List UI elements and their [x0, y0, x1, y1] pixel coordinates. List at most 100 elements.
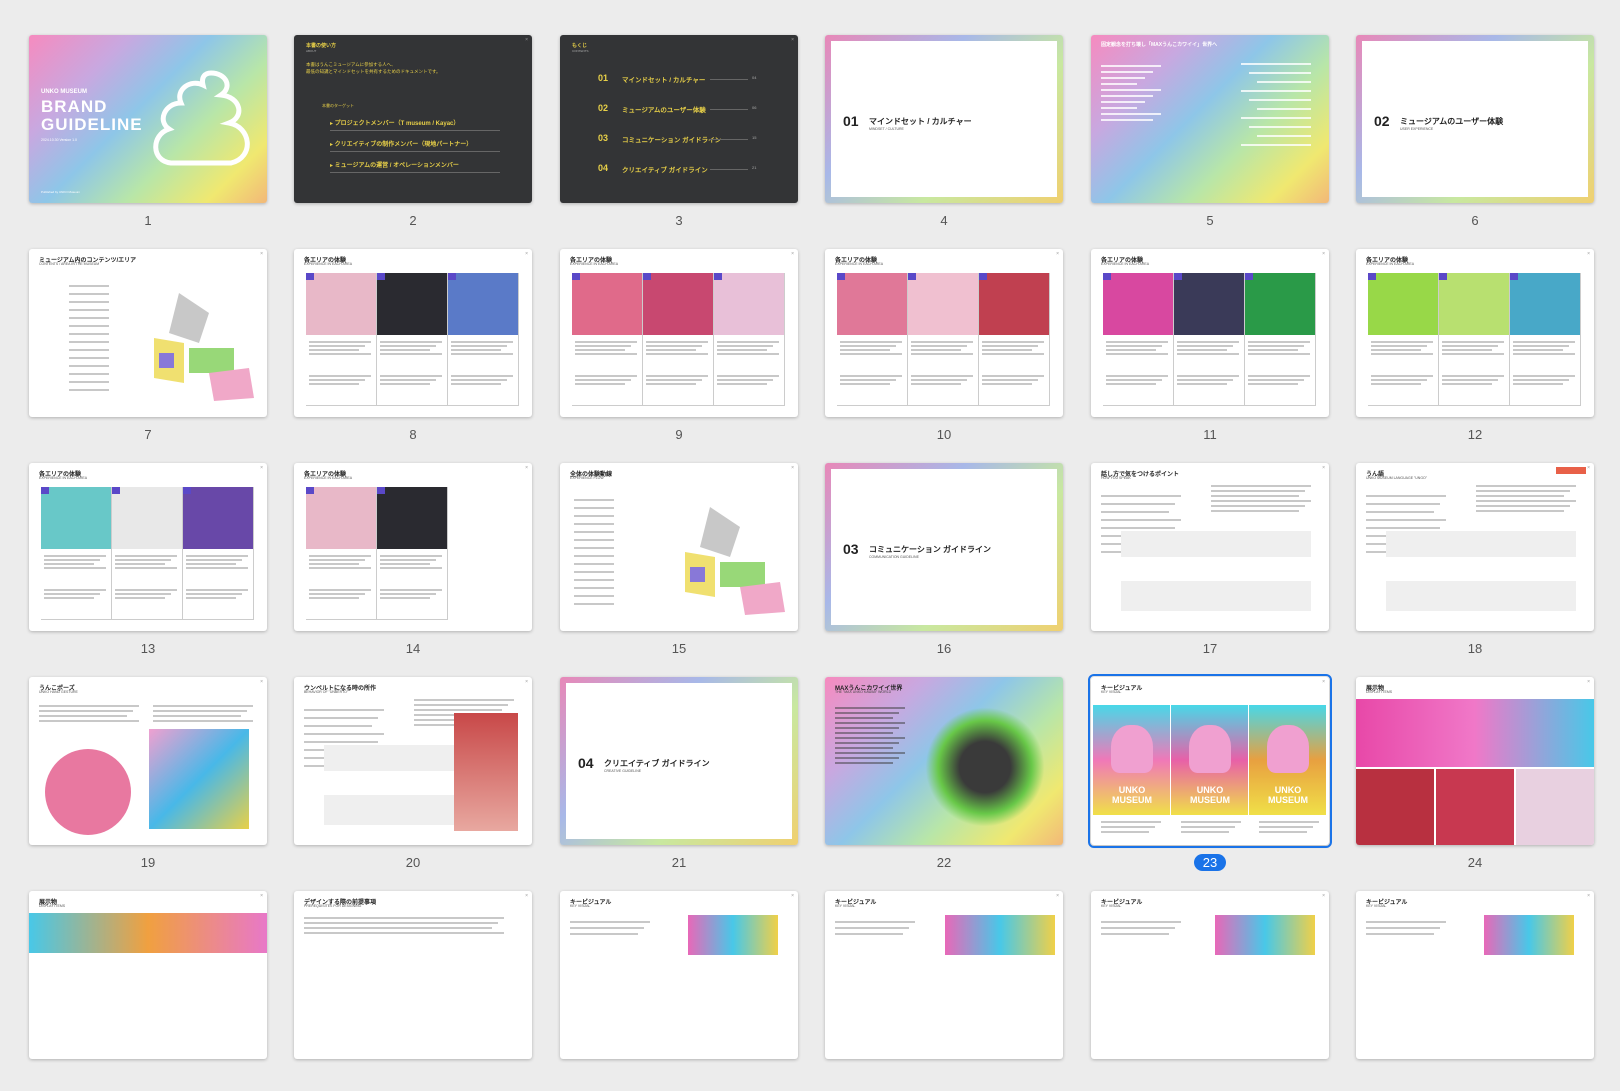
text-line — [414, 699, 514, 701]
slide-thumbnail[interactable]: 全体の体験動線 EXPERIENCE FLOW × — [560, 463, 798, 631]
slide-thumbnail[interactable]: 01 マインドセット / カルチャー MINDSET / CULTURE — [825, 35, 1063, 203]
slide-thumbnail[interactable]: キービジュアル KEY VISUAL UNKO MUSEUM UNKO MUSEUM U… — [1088, 674, 1332, 848]
slide-thumbnail[interactable]: キービジュアル KEY VISUAL × — [825, 891, 1063, 1059]
slide-corner-mark: × — [1587, 679, 1590, 685]
text-line — [309, 593, 365, 595]
text-line — [451, 341, 513, 343]
slide-item-partial-25[interactable]: デザインする際の前提事項 PREREQUISITES FOR DESIGNING × — [294, 891, 532, 1091]
slide-thumbnail[interactable]: UNKO MUSEUM BRAND GUIDELINE 2024.10.30 Vers… — [29, 35, 267, 203]
area-photo — [306, 273, 376, 335]
slide-item-20[interactable]: ウンベルトになる時の所作 BEHAVIOR OF "UNBERTO" × 20 — [294, 677, 532, 877]
slide-item-partial-26[interactable]: キービジュアル KEY VISUAL × — [560, 891, 798, 1091]
slide-item-1[interactable]: UNKO MUSEUM BRAND GUIDELINE 2024.10.30 Vers… — [29, 35, 267, 235]
text-line — [1366, 527, 1440, 529]
slide-thumbnail[interactable]: 各エリアの体験 EXPERIENCE IN EACH AREA × — [560, 249, 798, 417]
slide-item-partial-24[interactable]: 展示物 DISPLAY ITEMS × — [29, 891, 267, 1091]
slide-thumbnail[interactable]: 各エリアの体験 EXPERIENCE IN EACH AREA × — [294, 249, 532, 417]
slide-item-15[interactable]: 全体の体験動線 EXPERIENCE FLOW × 15 — [560, 463, 798, 663]
slide-thumbnail[interactable]: 各エリアの体験 EXPERIENCE IN EACH AREA × — [29, 463, 267, 631]
list-line — [574, 507, 614, 509]
slide-thumbnail[interactable]: うん語 UNKO MUSEUM LANGUAGE "UNGO" × — [1356, 463, 1594, 631]
slide-number: 20 — [294, 855, 532, 870]
slide-item-partial-29[interactable]: キービジュアル KEY VISUAL × — [1356, 891, 1594, 1091]
area-photo — [448, 273, 518, 335]
slide-thumbnail[interactable]: MAXうんこカワイイ世界 THE "MAX UNKO KAWAII" WORLD — [825, 677, 1063, 845]
slide-thumbnail[interactable]: 各エリアの体験 EXPERIENCE IN EACH AREA × — [825, 249, 1063, 417]
slide-item-16[interactable]: 03 コミュニケーション ガイドライン COMMUNICATION GUIDELIN… — [825, 463, 1063, 663]
text-line — [911, 341, 973, 343]
slide-thumbnail[interactable]: キービジュアル KEY VISUAL × — [560, 891, 798, 1059]
slide-thumbnail[interactable]: 固定観念を打ち壊し「MAXうんこカワイイ」世界へ — [1091, 35, 1329, 203]
slide-thumbnail[interactable]: 各エリアの体験 EXPERIENCE IN EACH AREA × — [1091, 249, 1329, 417]
slide-thumbnail[interactable]: 本書の使い方 ABOUT 本書はうんこミュージアムに参加する人へ、 最低の知識とマイン… — [294, 35, 532, 203]
text-line — [1513, 349, 1563, 351]
slide-item-19[interactable]: うんこポーズ UNKO HAND GESTURE × 19 — [29, 677, 267, 877]
slide-subtitle: EXPERIENCE IN EACH AREA — [1101, 262, 1150, 266]
text-box — [1386, 581, 1576, 611]
slide-item-22[interactable]: MAXうんこカワイイ世界 THE "MAX UNKO KAWAII" WORLD 2… — [825, 677, 1063, 877]
slide-thumbnail[interactable]: ミュージアム内のコンテンツ/エリア CONTENTS / AREA IN THE … — [29, 249, 267, 417]
text-line — [304, 922, 498, 924]
area-photo — [112, 487, 182, 549]
slide-item-3[interactable]: もくじ CONTENTS 01 マインドセット / カルチャー 04 02 ミュージアムのユ… — [560, 35, 798, 235]
slide-thumbnail[interactable]: キービジュアル KEY VISUAL × — [1356, 891, 1594, 1059]
slide-thumbnail[interactable]: もくじ CONTENTS 01 マインドセット / カルチャー 04 02 ミュージアムのユ… — [560, 35, 798, 203]
text-line — [1442, 375, 1504, 377]
slide-number-label: 10 — [936, 427, 952, 442]
slide-item-7[interactable]: ミュージアム内のコンテンツ/エリア CONTENTS / AREA IN THE … — [29, 249, 267, 449]
slide-item-23[interactable]: キービジュアル KEY VISUAL UNKO MUSEUM UNKO MUSEUM U… — [1088, 674, 1332, 877]
text-line — [309, 349, 359, 351]
slide-subtitle: KEY VISUAL — [1101, 904, 1122, 908]
slide-thumbnail[interactable]: 各エリアの体験 EXPERIENCE IN EACH AREA × — [294, 463, 532, 631]
slide-item-13[interactable]: 各エリアの体験 EXPERIENCE IN EACH AREA × 13 — [29, 463, 267, 663]
floor-map-icon — [685, 507, 785, 615]
slide-corner-mark: × — [1587, 251, 1590, 257]
toc-page: 15 — [752, 135, 757, 140]
text-line — [840, 383, 890, 385]
slide-thumbnail[interactable]: 03 コミュニケーション ガイドライン COMMUNICATION GUIDELIN… — [825, 463, 1063, 631]
slide-item-17[interactable]: 話し方で気をつけるポイント HOW YOU SPEAK × 17 — [1091, 463, 1329, 663]
slide-item-21[interactable]: 04 クリエイティブ ガイドライン CREATIVE GUIDELINE 21 — [560, 677, 798, 877]
slide-item-partial-28[interactable]: キービジュアル KEY VISUAL × — [1091, 891, 1329, 1091]
slide-item-partial-27[interactable]: キービジュアル KEY VISUAL × — [825, 891, 1063, 1091]
slide-item-9[interactable]: 各エリアの体験 EXPERIENCE IN EACH AREA × 9 — [560, 249, 798, 449]
list-line — [69, 293, 109, 295]
text-line — [1513, 345, 1569, 347]
slide-thumbnail[interactable]: キービジュアル KEY VISUAL × — [1091, 891, 1329, 1059]
text-line — [835, 707, 905, 709]
text-line — [1366, 495, 1446, 497]
slide-item-18[interactable]: うん語 UNKO MUSEUM LANGUAGE "UNGO" × 18 — [1356, 463, 1594, 663]
list-line — [574, 499, 614, 501]
slide-thumbnail[interactable]: デザインする際の前提事項 PREREQUISITES FOR DESIGNING × — [294, 891, 532, 1059]
text-line — [304, 709, 384, 711]
area-photo — [979, 273, 1049, 335]
slide-item-14[interactable]: 各エリアの体験 EXPERIENCE IN EACH AREA × 14 — [294, 463, 532, 663]
slide-number: 1 — [29, 213, 267, 228]
slide-thumbnail[interactable]: 展示物 DISPLAY ITEMS × — [1356, 677, 1594, 845]
slide-item-24[interactable]: 展示物 DISPLAY ITEMS × 24 — [1356, 677, 1594, 877]
list-line — [574, 587, 614, 589]
slide-item-11[interactable]: 各エリアの体験 EXPERIENCE IN EACH AREA × 11 — [1091, 249, 1329, 449]
slide-item-8[interactable]: 各エリアの体験 EXPERIENCE IN EACH AREA × 8 — [294, 249, 532, 449]
slide-corner-mark: × — [525, 465, 528, 471]
text-line — [1366, 933, 1434, 935]
slide-item-10[interactable]: 各エリアの体験 EXPERIENCE IN EACH AREA × 10 — [825, 249, 1063, 449]
text-line — [451, 349, 501, 351]
slide-thumbnail[interactable]: ウンベルトになる時の所作 BEHAVIOR OF "UNBERTO" × — [294, 677, 532, 845]
slide-item-4[interactable]: 01 マインドセット / カルチャー MINDSET / CULTURE 4 — [825, 35, 1063, 235]
slide-thumbnail[interactable]: 04 クリエイティブ ガイドライン CREATIVE GUIDELINE — [560, 677, 798, 845]
slide-thumbnail[interactable]: 話し方で気をつけるポイント HOW YOU SPEAK × — [1091, 463, 1329, 631]
slide-thumbnail[interactable]: 展示物 DISPLAY ITEMS × — [29, 891, 267, 1059]
slide-thumbnail[interactable]: うんこポーズ UNKO HAND GESTURE × — [29, 677, 267, 845]
text-line — [309, 383, 359, 385]
column-divider — [447, 487, 448, 619]
slide-item-12[interactable]: 各エリアの体験 EXPERIENCE IN EACH AREA × 12 — [1356, 249, 1594, 449]
slide-item-5[interactable]: 固定観念を打ち壊し「MAXうんこカワイイ」世界へ 5 — [1091, 35, 1329, 235]
slide-item-2[interactable]: 本書の使い方 ABOUT 本書はうんこミュージアムに参加する人へ、 最低の知識とマイン… — [294, 35, 532, 235]
slide-thumbnail[interactable]: 02 ミュージアムのユーザー体験 USER EXPERIENCE — [1356, 35, 1594, 203]
text-line — [911, 345, 967, 347]
slide-subtitle: DISPLAY ITEMS — [1366, 690, 1393, 694]
slide-thumbnail[interactable]: 各エリアの体験 EXPERIENCE IN EACH AREA × — [1356, 249, 1594, 417]
slide-item-6[interactable]: 02 ミュージアムのユーザー体験 USER EXPERIENCE 6 — [1356, 35, 1594, 235]
slide-corner-mark: × — [1056, 893, 1059, 899]
